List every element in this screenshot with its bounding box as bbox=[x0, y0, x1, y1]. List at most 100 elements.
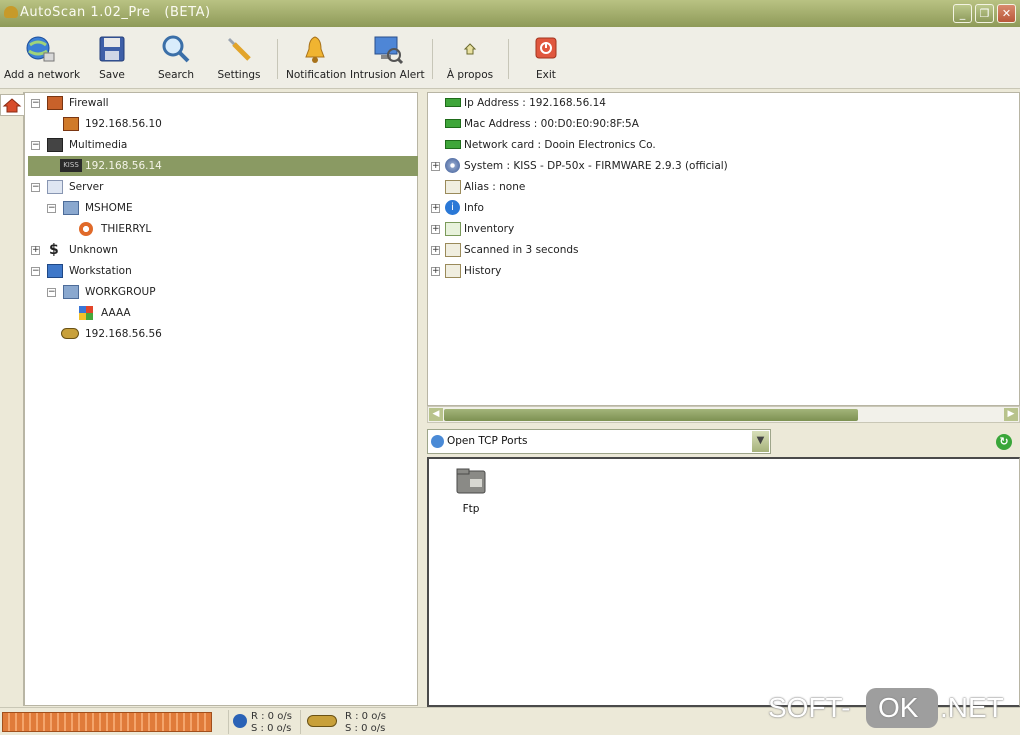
expand-toggle[interactable]: + bbox=[431, 204, 440, 213]
collapse-toggle[interactable]: − bbox=[31, 183, 40, 192]
network-eye-icon bbox=[307, 715, 337, 727]
scroll-left-arrow[interactable]: ◀ bbox=[429, 408, 443, 421]
port-item-ftp[interactable]: Ftp bbox=[451, 465, 491, 515]
tree-node-host[interactable]: 192.168.56.56 bbox=[25, 324, 415, 344]
tree-node-aaaa[interactable]: AAAA bbox=[25, 303, 415, 323]
tree-node-multimedia[interactable]: − Multimedia bbox=[25, 135, 415, 155]
network-traffic-1: R : 0 o/s S : 0 o/s bbox=[228, 710, 296, 734]
bell-icon bbox=[299, 33, 331, 65]
title-bar: AutoScan 1.02_Pre (BETA) _ ❐ ✕ bbox=[0, 0, 1020, 27]
details-horizontal-scrollbar[interactable]: ◀ ▶ bbox=[427, 406, 1020, 423]
settings-button[interactable]: Settings bbox=[216, 33, 262, 85]
book-icon bbox=[445, 180, 461, 194]
unknown-device-icon: $ bbox=[49, 242, 59, 258]
ports-refresh-icon bbox=[431, 435, 444, 448]
globe-icon bbox=[24, 33, 56, 65]
collapse-toggle[interactable]: − bbox=[31, 267, 40, 276]
app-icon bbox=[4, 6, 18, 18]
tree-node-host-selected[interactable]: KISS 192.168.56.14 bbox=[28, 156, 418, 176]
windows-icon bbox=[79, 306, 93, 320]
monitor-alert-icon bbox=[371, 33, 404, 65]
expand-toggle[interactable]: + bbox=[431, 267, 440, 276]
window-title: AutoScan 1.02_Pre (BETA) bbox=[20, 5, 211, 20]
cd-icon bbox=[445, 158, 460, 173]
intrusion-alert-button[interactable]: Intrusion Alert bbox=[350, 33, 425, 85]
save-button[interactable]: Save bbox=[92, 33, 132, 85]
network-home-icon bbox=[2, 98, 22, 113]
book-icon bbox=[445, 243, 461, 257]
toolbar: Add a network Save Search Settings Notif… bbox=[0, 27, 1020, 89]
scan-progress-bar bbox=[2, 712, 212, 732]
network-card-icon bbox=[445, 140, 461, 149]
notification-button[interactable]: Notification bbox=[286, 33, 346, 85]
toolbar-separator bbox=[432, 39, 433, 79]
collapse-toggle[interactable]: − bbox=[47, 288, 56, 297]
workgroup-icon bbox=[63, 285, 79, 299]
workgroup-icon bbox=[63, 201, 79, 215]
tree-node-mshome[interactable]: − MSHOME bbox=[25, 198, 415, 218]
search-button[interactable]: Search bbox=[154, 33, 198, 85]
scrollbar-thumb[interactable] bbox=[444, 409, 858, 421]
magnifier-icon bbox=[160, 33, 192, 65]
collapse-toggle[interactable]: − bbox=[31, 99, 40, 108]
refresh-button[interactable]: ↻ bbox=[996, 434, 1012, 450]
toolbar-separator bbox=[508, 39, 509, 79]
expand-toggle[interactable]: + bbox=[31, 246, 40, 255]
exit-button[interactable]: Exit bbox=[528, 33, 564, 85]
info-icon: i bbox=[445, 200, 460, 215]
expand-toggle[interactable]: + bbox=[431, 225, 440, 234]
left-tab-strip bbox=[0, 92, 24, 706]
home-icon bbox=[454, 33, 486, 65]
tab-network[interactable] bbox=[0, 94, 24, 116]
tree-node-unknown[interactable]: + $ Unknown bbox=[25, 240, 415, 260]
tree-node-workstation[interactable]: − Workstation bbox=[25, 261, 415, 281]
add-network-button[interactable]: Add a network bbox=[4, 33, 80, 85]
detail-scanned[interactable]: + Scanned in 3 seconds bbox=[428, 240, 1008, 260]
scroll-right-arrow[interactable]: ▶ bbox=[1004, 408, 1018, 421]
network-tree: − Firewall 192.168.56.10 − Multimedia KI… bbox=[24, 92, 418, 706]
wrench-icon bbox=[223, 33, 255, 65]
tree-node-host[interactable]: 192.168.56.10 bbox=[25, 114, 415, 134]
detail-network-card: Network card : Dooin Electronics Co. bbox=[428, 135, 1008, 155]
tree-node-workgroup[interactable]: − WORKGROUP bbox=[25, 282, 415, 302]
detail-inventory[interactable]: + Inventory bbox=[428, 219, 1008, 239]
open-ports-list: Ftp bbox=[427, 457, 1020, 707]
detail-mac: Mac Address : 00:D0:E0:90:8F:5A bbox=[428, 114, 1008, 134]
device-badge: KISS bbox=[60, 159, 82, 172]
power-icon bbox=[530, 33, 562, 65]
toolbar-separator bbox=[277, 39, 278, 79]
tree-node-server[interactable]: − Server bbox=[25, 177, 415, 197]
host-details: Ip Address : 192.168.56.14 Mac Address :… bbox=[427, 92, 1020, 406]
tree-node-firewall[interactable]: − Firewall bbox=[25, 93, 415, 113]
network-card-icon bbox=[445, 119, 461, 128]
collapse-toggle[interactable]: − bbox=[47, 204, 56, 213]
chevron-down-icon[interactable]: ▼ bbox=[752, 431, 769, 452]
network-eye-icon bbox=[61, 328, 79, 339]
watermark: SOFT- OK .NET bbox=[768, 688, 1016, 728]
network-traffic-2: R : 0 o/s S : 0 o/s bbox=[300, 710, 400, 734]
ftp-folder-icon bbox=[456, 468, 486, 494]
detail-system[interactable]: + System : KISS - DP-50x - FIRMWARE 2.9.… bbox=[428, 156, 1008, 176]
globe-small-icon bbox=[233, 714, 247, 728]
ubuntu-icon bbox=[79, 222, 93, 236]
detail-alias: Alias : none bbox=[428, 177, 1008, 197]
detail-info[interactable]: + i Info bbox=[428, 198, 1008, 218]
firewall-icon bbox=[47, 96, 63, 110]
detail-history[interactable]: + History bbox=[428, 261, 1008, 281]
book-icon bbox=[445, 264, 461, 278]
tv-icon bbox=[47, 138, 63, 152]
close-button[interactable]: ✕ bbox=[997, 4, 1016, 23]
expand-toggle[interactable]: + bbox=[431, 162, 440, 171]
maximize-button[interactable]: ❐ bbox=[975, 4, 994, 23]
port-type-select[interactable]: Open TCP Ports ▼ bbox=[427, 429, 771, 454]
workstation-icon bbox=[47, 264, 63, 278]
network-card-icon bbox=[445, 98, 461, 107]
apropos-button[interactable]: À propos bbox=[444, 33, 496, 85]
collapse-toggle[interactable]: − bbox=[31, 141, 40, 150]
server-icon bbox=[47, 180, 63, 194]
minimize-button[interactable]: _ bbox=[953, 4, 972, 23]
tree-node-thierryl[interactable]: THIERRYL bbox=[25, 219, 415, 239]
expand-toggle[interactable]: + bbox=[431, 246, 440, 255]
router-icon bbox=[63, 117, 79, 131]
inventory-icon bbox=[445, 222, 461, 236]
